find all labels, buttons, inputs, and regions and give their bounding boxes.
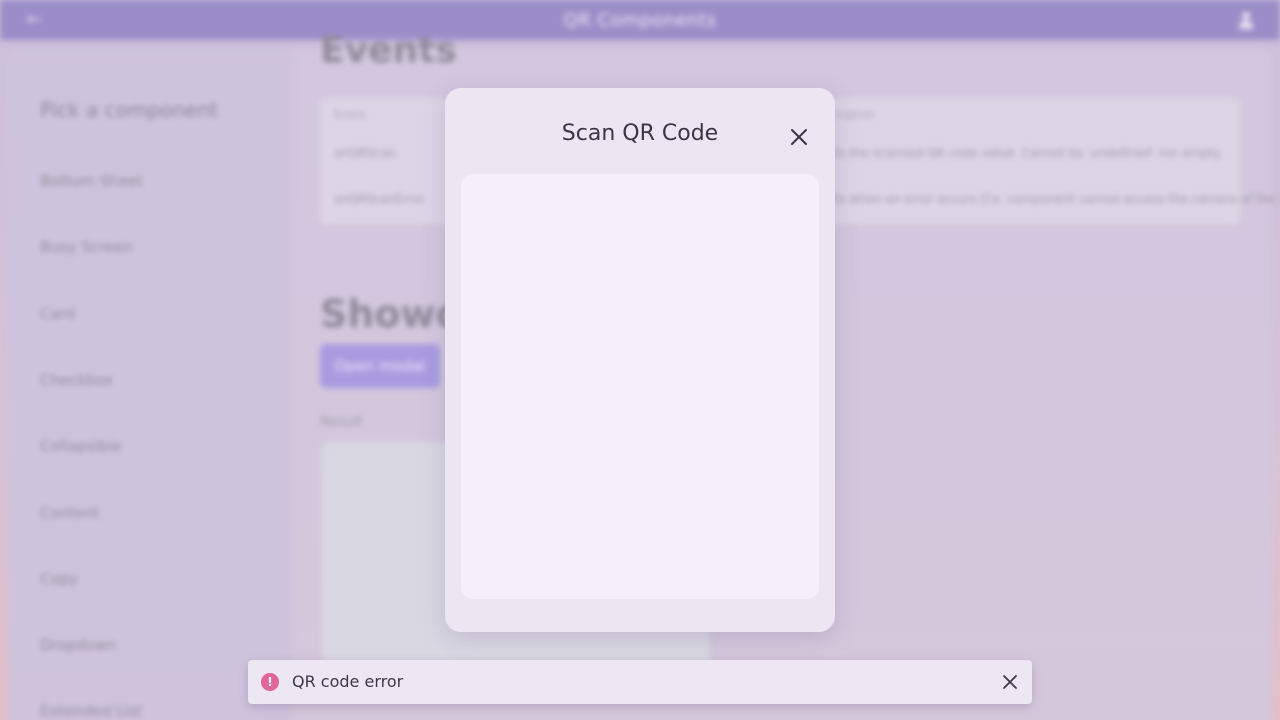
sidebar-item-extended-list[interactable]: Extended List	[40, 702, 142, 720]
sidebar-title: Pick a component	[40, 98, 218, 122]
toast-message: QR code error	[292, 672, 404, 691]
table-cell-event: onQRScan	[334, 146, 396, 160]
result-label: Result	[320, 414, 364, 430]
error-toast: ! QR code error	[248, 660, 1032, 704]
events-heading: Events	[320, 30, 457, 71]
error-icon: !	[261, 673, 279, 691]
app-title: QR Components	[563, 9, 717, 31]
top-app-bar: ← QR Components	[0, 0, 1280, 40]
sidebar-item-card[interactable]: Card	[40, 305, 75, 323]
close-toast-button[interactable]	[1001, 673, 1019, 691]
sidebar-item-collapsible[interactable]: Collapsible	[40, 437, 122, 455]
scan-qr-modal: Scan QR Code	[445, 88, 835, 632]
table-cell-description: Emits when an error occurs (f.e. compone…	[812, 192, 1280, 206]
sidebar-item-copy[interactable]: Copy	[40, 570, 78, 588]
modal-title: Scan QR Code	[561, 121, 719, 146]
sidebar-item-checkbox[interactable]: Checkbox	[40, 371, 113, 389]
close-icon	[791, 129, 807, 145]
user-icon[interactable]	[1238, 10, 1254, 30]
sidebar-item-busy-screen[interactable]: Busy Screen	[40, 238, 133, 256]
table-header-event: Event	[334, 108, 366, 121]
close-icon	[1003, 675, 1017, 689]
close-modal-button[interactable]	[788, 126, 810, 148]
open-modal-button[interactable]: Open modal	[320, 344, 440, 388]
sidebar-item-content[interactable]: Content	[40, 504, 100, 522]
table-cell-event: onQRScanError	[334, 192, 426, 206]
table-cell-description: Emits the scanned QR code value. Cannot …	[812, 146, 1223, 160]
sidebar: Pick a component Bottom Sheet Busy Scree…	[8, 48, 292, 720]
sidebar-item-bottom-sheet[interactable]: Bottom Sheet	[40, 172, 143, 190]
sidebar-item-dropdown[interactable]: Dropdown	[40, 636, 117, 654]
qr-scanner-viewport	[461, 174, 819, 599]
arrow-left-icon[interactable]: ←	[24, 10, 44, 30]
